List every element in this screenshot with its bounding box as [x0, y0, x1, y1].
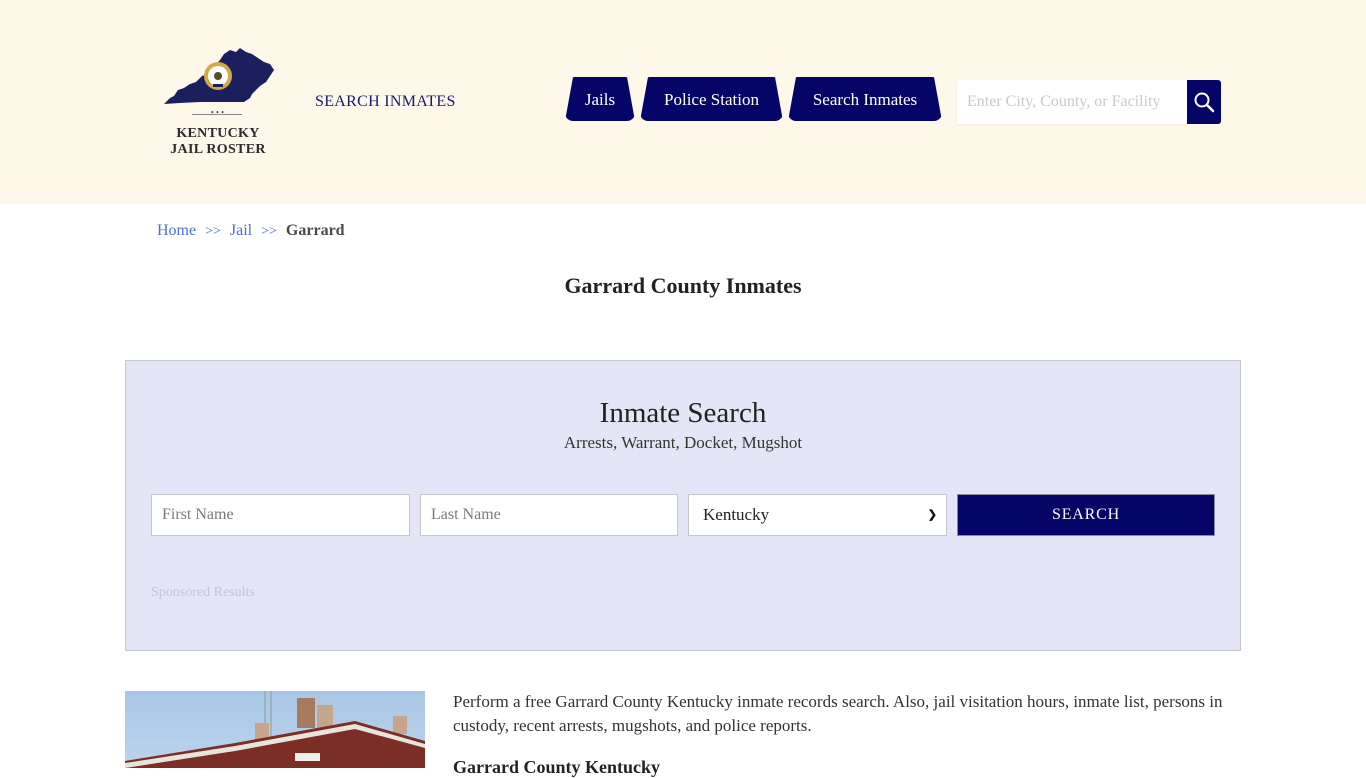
- sponsored-results-label: Sponsored Results: [151, 585, 255, 600]
- inmate-search-submit-button[interactable]: SEARCH: [957, 494, 1215, 536]
- tab-jails-label: Jails: [584, 90, 616, 109]
- state-select[interactable]: Kentucky ❯: [688, 494, 947, 536]
- tab-search-inmates-label: Search Inmates: [812, 90, 918, 109]
- state-select-value: Kentucky: [703, 505, 770, 524]
- breadcrumb: Home >> Jail >> Garrard: [157, 222, 345, 240]
- logo-dots: •••: [210, 109, 226, 117]
- breadcrumb-current: Garrard: [285, 222, 345, 239]
- breadcrumb-separator: >>: [261, 224, 277, 239]
- intro-paragraph: Perform a free Garrard County Kentucky i…: [453, 692, 1223, 735]
- facility-search-button[interactable]: [1187, 80, 1221, 124]
- tab-police-station[interactable]: Police Station: [640, 77, 783, 121]
- building-image: [125, 691, 425, 768]
- site-header: ••• KENTUCKY JAIL ROSTER SEARCH INMATES …: [0, 0, 1366, 204]
- first-name-input[interactable]: [151, 494, 410, 536]
- facility-search-input[interactable]: [957, 80, 1187, 124]
- breadcrumb-home[interactable]: Home: [157, 222, 196, 239]
- breadcrumb-separator: >>: [205, 224, 221, 239]
- site-logo[interactable]: ••• KENTUCKY JAIL ROSTER: [160, 46, 276, 162]
- logo-text: KENTUCKY JAIL ROSTER: [160, 126, 276, 158]
- inmate-search-panel: Inmate Search Arrests, Warrant, Docket, …: [125, 360, 1241, 651]
- chevron-down-icon: ❯: [927, 509, 937, 521]
- tab-police-station-label: Police Station: [664, 90, 759, 109]
- breadcrumb-jail[interactable]: Jail: [230, 222, 252, 239]
- nav-search-inmates-link[interactable]: SEARCH INMATES: [315, 93, 456, 111]
- logo-text-line2: JAIL ROSTER: [170, 142, 266, 157]
- tab-jails[interactable]: Jails: [565, 77, 635, 121]
- search-icon: [1194, 92, 1215, 113]
- jail-building-photo: [125, 691, 425, 768]
- inmate-search-subtitle: Arrests, Warrant, Docket, Mugshot: [563, 433, 803, 452]
- logo-text-line1: KENTUCKY: [176, 126, 260, 141]
- kentucky-map-icon: [164, 48, 274, 104]
- inmate-search-title: Inmate Search: [599, 397, 767, 429]
- page-title: Garrard County Inmates: [564, 273, 802, 298]
- last-name-input[interactable]: [420, 494, 678, 536]
- tab-search-inmates[interactable]: Search Inmates: [788, 77, 942, 121]
